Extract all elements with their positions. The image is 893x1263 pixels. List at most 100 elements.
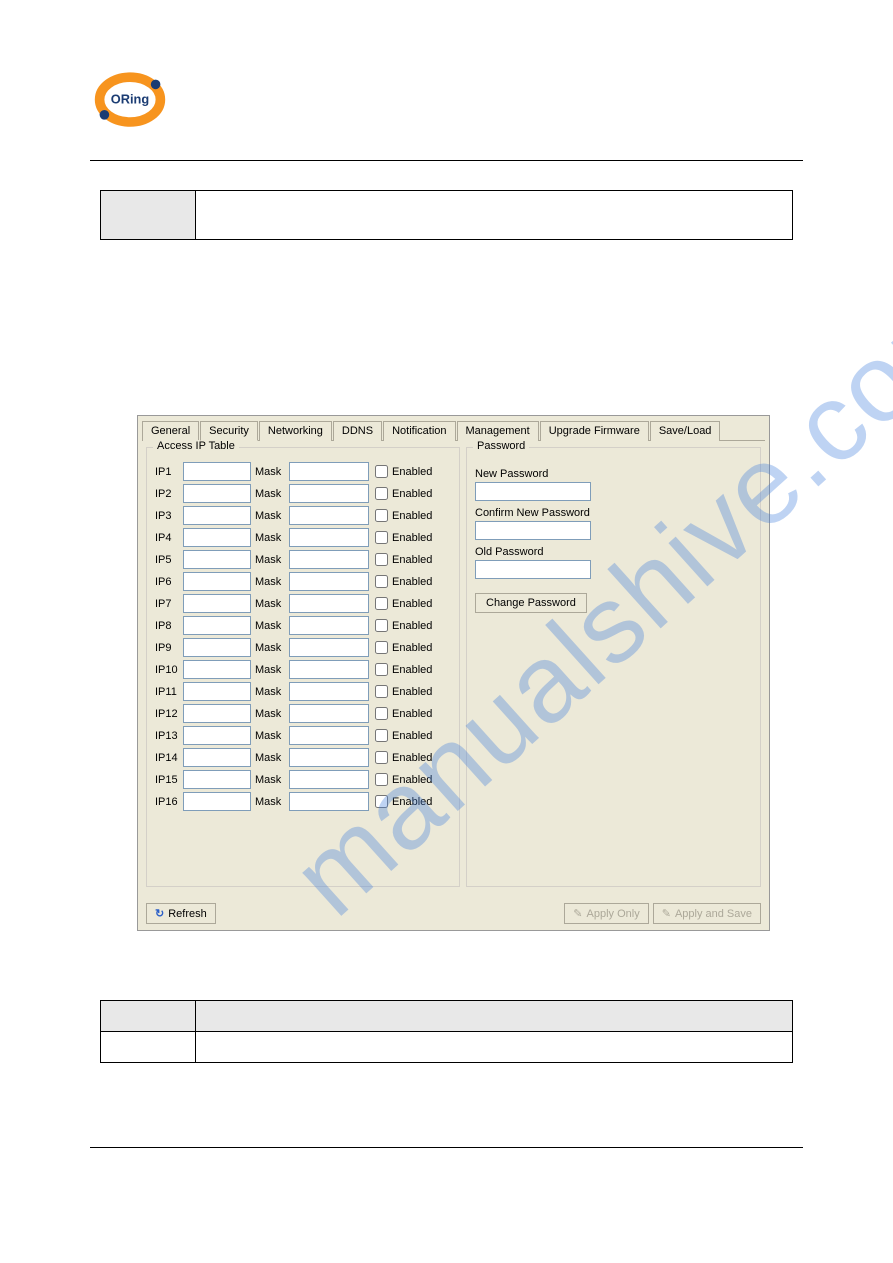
new-password-label: New Password [475,468,752,480]
ip-label: IP16 [155,796,183,808]
mask-input[interactable] [289,594,369,613]
enabled-checkbox[interactable] [375,685,388,698]
mask-input[interactable] [289,462,369,481]
mask-input[interactable] [289,484,369,503]
info-box-top [100,190,793,240]
bottom-separator [90,1147,803,1148]
ip-label: IP10 [155,664,183,676]
ip-input[interactable] [183,792,251,811]
mask-input[interactable] [289,770,369,789]
mask-input[interactable] [289,726,369,745]
change-password-button[interactable]: Change Password [475,593,587,613]
info-box-right-cell [196,191,792,239]
enabled-label: Enabled [392,642,432,654]
confirm-password-input[interactable] [475,521,591,540]
enabled-checkbox[interactable] [375,553,388,566]
mask-input[interactable] [289,704,369,723]
ip-label: IP9 [155,642,183,654]
tab-security[interactable]: Security [200,421,258,441]
mask-input[interactable] [289,528,369,547]
enabled-checkbox[interactable] [375,597,388,610]
mask-input[interactable] [289,748,369,767]
mask-input[interactable] [289,638,369,657]
ip-input[interactable] [183,528,251,547]
tab-notification[interactable]: Notification [383,421,455,441]
ip-row-3: IP3MaskEnabled [155,506,451,525]
ip-input[interactable] [183,506,251,525]
refresh-button[interactable]: ↻ Refresh [146,903,216,924]
enabled-checkbox[interactable] [375,487,388,500]
enabled-label: Enabled [392,620,432,632]
mask-label: Mask [255,598,289,610]
ip-input[interactable] [183,484,251,503]
enabled-label: Enabled [392,466,432,478]
tab-ddns[interactable]: DDNS [333,421,382,441]
ip-input[interactable] [183,682,251,701]
enabled-label: Enabled [392,510,432,522]
ip-label: IP3 [155,510,183,522]
ip-label: IP2 [155,488,183,500]
enabled-checkbox[interactable] [375,619,388,632]
mask-input[interactable] [289,792,369,811]
tab-upgrade-firmware[interactable]: Upgrade Firmware [540,421,649,441]
brand-logo: ORing [90,70,170,133]
mask-input[interactable] [289,616,369,635]
mask-label: Mask [255,642,289,654]
ip-input[interactable] [183,638,251,657]
tab-networking[interactable]: Networking [259,421,332,441]
apply-only-button[interactable]: ✎ Apply Only [564,903,648,924]
enabled-checkbox[interactable] [375,641,388,654]
ip-row-12: IP12MaskEnabled [155,704,451,723]
enabled-checkbox[interactable] [375,795,388,808]
mask-label: Mask [255,686,289,698]
apply-icon: ✎ [573,907,582,920]
tab-save-load[interactable]: Save/Load [650,421,721,441]
old-password-input[interactable] [475,560,591,579]
tab-general[interactable]: General [142,421,199,441]
ip-input[interactable] [183,462,251,481]
enabled-checkbox[interactable] [375,509,388,522]
mask-label: Mask [255,554,289,566]
ip-input[interactable] [183,770,251,789]
enabled-checkbox[interactable] [375,531,388,544]
ip-input[interactable] [183,748,251,767]
enabled-checkbox[interactable] [375,773,388,786]
bottom-button-bar: ↻ Refresh ✎ Apply Only ✎ Apply and Save [142,897,765,926]
apply-only-label: Apply Only [587,908,640,920]
enabled-checkbox[interactable] [375,575,388,588]
mask-input[interactable] [289,660,369,679]
enabled-checkbox[interactable] [375,707,388,720]
enabled-label: Enabled [392,686,432,698]
refresh-icon: ↻ [155,907,164,920]
spec-body-left [101,1032,196,1062]
ip-input[interactable] [183,616,251,635]
ip-input[interactable] [183,726,251,745]
ip-input[interactable] [183,550,251,569]
ip-input[interactable] [183,660,251,679]
mask-input[interactable] [289,506,369,525]
spec-body-right [196,1032,792,1062]
mask-label: Mask [255,796,289,808]
ip-input[interactable] [183,704,251,723]
ip-row-14: IP14MaskEnabled [155,748,451,767]
confirm-password-label: Confirm New Password [475,507,752,519]
enabled-checkbox[interactable] [375,663,388,676]
access-ip-table-title: Access IP Table [153,440,239,452]
new-password-input[interactable] [475,482,591,501]
mask-input[interactable] [289,682,369,701]
ip-input[interactable] [183,594,251,613]
apply-save-button[interactable]: ✎ Apply and Save [653,903,761,924]
enabled-checkbox[interactable] [375,751,388,764]
ip-label: IP11 [155,686,183,698]
old-password-label: Old Password [475,546,752,558]
mask-input[interactable] [289,550,369,569]
enabled-checkbox[interactable] [375,729,388,742]
ip-row-15: IP15MaskEnabled [155,770,451,789]
ip-input[interactable] [183,572,251,591]
security-settings-window: General Security Networking DDNS Notific… [137,415,770,931]
ip-row-1: IP1MaskEnabled [155,462,451,481]
ip-row-5: IP5MaskEnabled [155,550,451,569]
enabled-checkbox[interactable] [375,465,388,478]
tab-management[interactable]: Management [457,421,539,441]
mask-input[interactable] [289,572,369,591]
